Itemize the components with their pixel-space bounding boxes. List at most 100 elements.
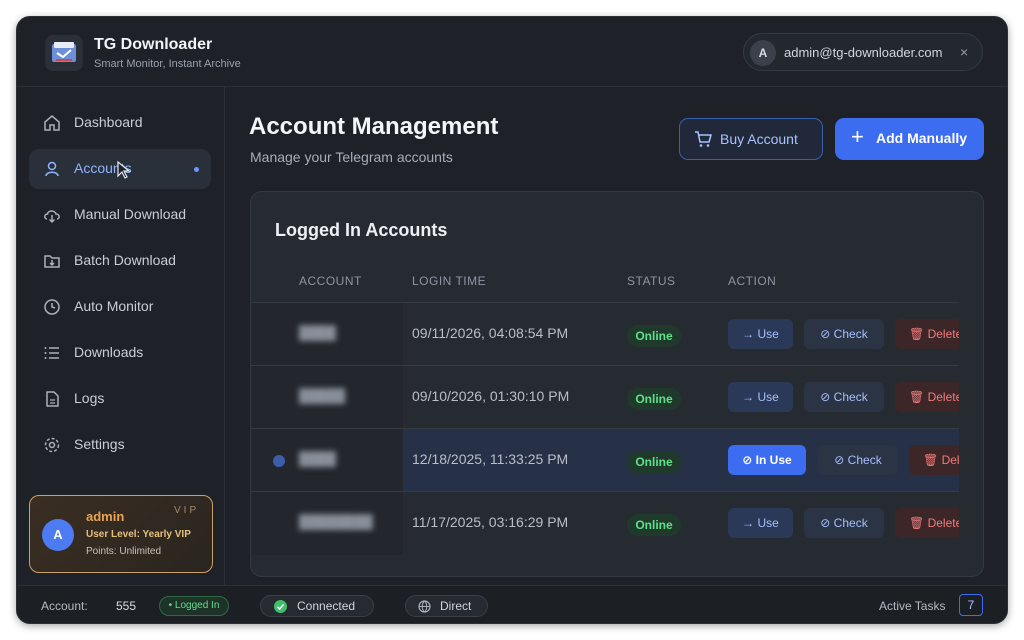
plus-icon: + <box>851 124 864 149</box>
home-icon <box>44 115 60 131</box>
sidebar-item-accounts[interactable]: Accounts <box>29 149 211 189</box>
cloud-download-icon <box>44 210 60 224</box>
current-indicator <box>273 455 285 467</box>
vip-points: Points: Unlimited <box>86 546 162 557</box>
status-badge: Online <box>627 325 681 347</box>
account-cell: █████ <box>251 366 403 429</box>
active-indicator <box>194 167 199 172</box>
connected-label: Connected <box>297 599 356 613</box>
user-menu[interactable]: A admin@tg-downloader.com × <box>743 33 983 71</box>
check-button[interactable]: ⊘ Check <box>804 382 884 412</box>
connection-status[interactable]: Connected <box>260 595 374 617</box>
login-time: 11/17/2025, 03:16:29 PM <box>412 514 569 530</box>
use-button[interactable]: → Use <box>728 508 793 538</box>
account-name: ████ <box>299 325 336 340</box>
vip-tag: VIP <box>174 505 200 516</box>
user-icon <box>45 161 59 177</box>
delete-button[interactable]: 🗑 Delete <box>909 445 959 475</box>
column-header-action: ACTION <box>728 274 777 288</box>
sidebar-item-label: Auto Monitor <box>74 298 154 314</box>
sidebar-item-label: Manual Download <box>74 206 187 222</box>
delete-button[interactable]: 🗑 Delete <box>895 382 959 412</box>
folder-download-icon <box>44 255 60 268</box>
column-header-status: STATUS <box>627 274 676 288</box>
account-name: ████ <box>299 451 336 466</box>
add-manually-label: Add Manually <box>876 130 968 146</box>
user-email: admin@tg-downloader.com <box>784 45 943 60</box>
document-icon <box>46 391 59 407</box>
app-subtitle: Smart Monitor, Instant Archive <box>94 58 241 70</box>
vip-card[interactable]: A admin VIP User Level: Yearly VIP Point… <box>29 495 213 573</box>
table-row: █████ 09/10/2026, 01:30:10 PM Online → U… <box>251 365 959 429</box>
account-name: █████ <box>299 388 346 403</box>
table-row: ████████ 11/17/2025, 03:16:29 PM Online … <box>251 491 959 555</box>
login-time: 09/10/2026, 01:30:10 PM <box>412 388 570 404</box>
add-manually-button[interactable]: + Add Manually <box>835 118 984 160</box>
check-button[interactable]: ⊘ Check <box>818 445 898 475</box>
clock-icon <box>44 299 60 315</box>
active-tasks-label: Active Tasks <box>879 599 946 613</box>
sidebar-item-dashboard[interactable]: Dashboard <box>29 103 211 143</box>
sidebar-item-label: Settings <box>74 436 125 452</box>
active-tasks-count[interactable]: 7 <box>959 594 983 616</box>
delete-button[interactable]: 🗑 Delete <box>895 508 959 538</box>
sidebar-item-logs[interactable]: Logs <box>29 379 211 419</box>
check-button[interactable]: ⊘ Check <box>804 508 884 538</box>
buy-account-label: Buy Account <box>720 131 798 147</box>
accounts-table: ████ 09/11/2026, 04:08:54 PM Online → Us… <box>251 302 959 576</box>
page-title: Account Management <box>249 113 499 140</box>
proxy-mode[interactable]: Direct <box>405 595 488 617</box>
sidebar-item-label: Dashboard <box>74 114 143 130</box>
app-window: TG Downloader Smart Monitor, Instant Arc… <box>16 16 1008 624</box>
account-label: Account: <box>41 599 88 613</box>
app-header: TG Downloader Smart Monitor, Instant Arc… <box>17 17 1007 87</box>
status-badge: Online <box>627 451 681 473</box>
sidebar-item-auto-monitor[interactable]: Auto Monitor <box>29 287 211 327</box>
sidebar-item-label: Logs <box>74 390 105 406</box>
sidebar-item-batch-download[interactable]: Batch Download <box>29 241 211 281</box>
column-header-login-time: LOGIN TIME <box>412 274 487 288</box>
status-badge: Online <box>627 514 681 536</box>
account-cell: ████████ <box>251 492 403 555</box>
sidebar: Dashboard Accounts Manual Download Batch… <box>17 87 225 585</box>
accounts-card: Logged In Accounts ACCOUNT LOGIN TIME ST… <box>250 191 984 577</box>
table-row: ████ 09/11/2026, 04:08:54 PM Online → Us… <box>251 302 959 366</box>
login-time: 12/18/2025, 11:33:25 PM <box>412 451 569 467</box>
status-bar: Account: 555 • Logged In Connected Direc… <box>17 585 1007 623</box>
sidebar-item-settings[interactable]: Settings <box>29 425 211 465</box>
app-logo-icon <box>45 35 83 71</box>
use-button[interactable]: → Use <box>728 319 793 349</box>
sidebar-item-manual-download[interactable]: Manual Download <box>29 195 211 235</box>
sidebar-item-label: Batch Download <box>74 252 176 268</box>
mouse-cursor-icon <box>117 161 131 179</box>
vip-username: admin <box>86 509 125 524</box>
logged-in-badge: • Logged In <box>159 596 229 616</box>
delete-button[interactable]: 🗑 Delete <box>895 319 959 349</box>
sidebar-item-downloads[interactable]: Downloads <box>29 333 211 373</box>
close-icon[interactable]: × <box>960 44 968 60</box>
page-subtitle: Manage your Telegram accounts <box>250 149 453 165</box>
globe-icon <box>418 600 431 613</box>
use-button[interactable]: → Use <box>728 382 793 412</box>
app-title: TG Downloader <box>94 36 213 53</box>
avatar: A <box>750 40 776 66</box>
column-header-account: ACCOUNT <box>299 274 362 288</box>
in-use-button[interactable]: ⊘ In Use <box>728 445 806 475</box>
card-title: Logged In Accounts <box>275 220 448 240</box>
login-time: 09/11/2026, 04:08:54 PM <box>412 325 569 341</box>
sidebar-item-label: Downloads <box>74 344 144 360</box>
buy-account-button[interactable]: Buy Account <box>679 118 823 160</box>
account-name: ████████ <box>299 514 373 529</box>
direct-label: Direct <box>440 599 472 613</box>
vip-level: User Level: Yearly VIP <box>86 529 191 540</box>
avatar: A <box>42 519 74 551</box>
account-cell: ████ <box>251 303 403 366</box>
gear-icon <box>44 437 60 453</box>
status-badge: Online <box>627 388 681 410</box>
account-value: 555 <box>116 599 137 613</box>
check-button[interactable]: ⊘ Check <box>804 319 884 349</box>
table-row-current: ████ 12/18/2025, 11:33:25 PM Online ⊘ In… <box>251 428 959 492</box>
list-icon <box>44 347 59 359</box>
check-circle-icon <box>274 600 287 613</box>
cart-icon <box>695 131 712 147</box>
